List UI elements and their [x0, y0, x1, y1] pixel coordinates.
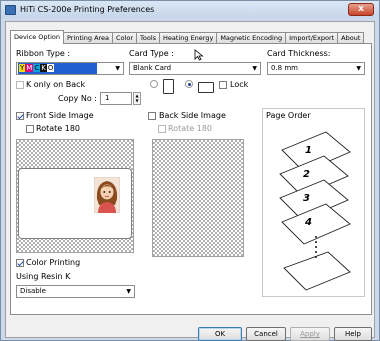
chevron-down-icon: ▼ — [356, 65, 361, 72]
window-title: HiTi CS-200e Printing Preferences — [20, 5, 155, 14]
card-type-dropdown[interactable]: Blank Card ▼ — [129, 62, 261, 75]
color-printing-checkbox[interactable] — [16, 259, 24, 267]
card-type-value: Blank Card — [133, 64, 172, 72]
lock-label: Lock — [230, 80, 249, 89]
portrait-card-icon — [163, 79, 174, 94]
card-thickness-label: Card Thickness: — [267, 49, 331, 58]
page-number-1: 1 — [305, 145, 312, 156]
card-type-label: Card Type : — [129, 49, 174, 58]
ribbon-type-label: Ribbon Type : — [16, 49, 71, 58]
mouse-cursor-icon — [194, 49, 204, 61]
page-order-label: Page Order — [266, 111, 311, 120]
copy-no-spinner[interactable]: ▲ ▼ — [133, 92, 141, 105]
chevron-down-icon: ▼ — [115, 65, 120, 72]
close-button[interactable]: x — [348, 3, 374, 16]
page-order-illustration — [279, 131, 351, 291]
chevron-down-icon: ▼ — [126, 288, 131, 295]
card-thickness-dropdown[interactable]: 0.8 mm ▼ — [267, 62, 365, 75]
landscape-card-icon — [198, 82, 214, 93]
back-side-image-label: Back Side Image — [159, 111, 226, 120]
back-rotate-180-label: Rotate 180 — [168, 124, 213, 133]
front-rotate-180-label: Rotate 180 — [36, 124, 81, 133]
back-image-preview[interactable] — [152, 139, 244, 257]
copy-no-label: Copy No : — [58, 94, 97, 103]
color-printing-label: Color Printing — [26, 258, 81, 267]
front-side-image-checkbox[interactable] — [16, 112, 24, 120]
ribbon-o-swatch: O — [46, 64, 55, 72]
card-thickness-value: 0.8 mm — [271, 64, 298, 72]
device-option-panel: Ribbon Type : YMCKO ▼ Card Type : Blank … — [10, 43, 372, 315]
back-rotate-180-checkbox[interactable] — [158, 125, 166, 133]
portrait-photo-icon — [94, 177, 120, 213]
page-number-4: 4 — [305, 217, 312, 228]
ribbon-type-dropdown[interactable]: YMCKO ▼ — [16, 62, 124, 75]
copy-no-value: 1 — [105, 94, 110, 102]
spin-down-icon[interactable]: ▼ — [134, 98, 140, 103]
page-number-2: 2 — [303, 169, 310, 180]
ribbon-type-selection: YMCKO — [18, 63, 97, 74]
printing-preferences-window: HiTi CS-200e Printing Preferences x Devi… — [0, 0, 380, 341]
dialog-client-area: Device Option Printing Area Color Tools … — [5, 21, 375, 341]
k-only-on-back-checkbox[interactable] — [16, 81, 24, 89]
page-number-3: 3 — [303, 193, 310, 204]
printer-app-icon — [5, 4, 16, 15]
lock-checkbox[interactable] — [219, 81, 227, 89]
apply-button[interactable]: Apply — [290, 327, 330, 341]
copy-no-input[interactable]: 1 — [100, 92, 132, 105]
using-resin-k-dropdown[interactable]: Disable ▼ — [16, 285, 135, 298]
tab-strip: Device Option Printing Area Color Tools … — [10, 30, 365, 44]
using-resin-k-value: Disable — [20, 287, 46, 295]
tab-device-option[interactable]: Device Option — [10, 30, 64, 44]
chevron-down-icon: ▼ — [252, 65, 257, 72]
portrait-radio[interactable] — [150, 80, 158, 88]
using-resin-k-label: Using Resin K — [16, 272, 71, 281]
help-button[interactable]: Help — [334, 327, 372, 341]
cancel-button[interactable]: Cancel — [246, 327, 286, 341]
k-only-on-back-label: K only on Back — [26, 80, 86, 89]
title-bar[interactable]: HiTi CS-200e Printing Preferences x — [1, 1, 379, 18]
back-side-image-checkbox[interactable] — [148, 112, 156, 120]
ribbon-k-swatch: K — [40, 64, 47, 72]
front-rotate-180-checkbox[interactable] — [26, 125, 34, 133]
landscape-radio[interactable] — [185, 80, 193, 88]
front-side-image-label: Front Side Image — [26, 111, 94, 120]
ok-button[interactable]: OK — [198, 327, 242, 341]
